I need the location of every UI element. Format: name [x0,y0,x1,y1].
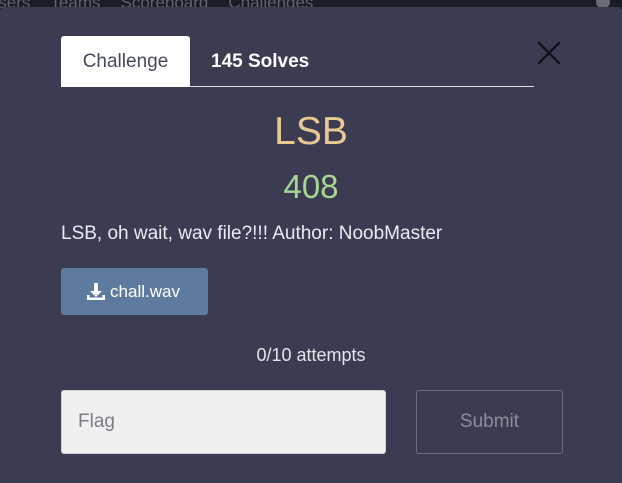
close-icon [537,41,561,65]
challenge-modal: Challenge 145 Solves LSB 408 LSB, oh wai… [0,7,622,483]
download-file-button[interactable]: chall.wav [61,268,208,315]
attempts-counter: 0/10 attempts [256,345,366,365]
challenge-points: 408 [283,168,339,205]
download-icon [87,282,106,300]
challenge-description: LSB, oh wait, wav file?!!! Author: NoobM… [61,223,443,244]
close-button[interactable] [535,39,563,67]
challenge-name: LSB [274,110,348,153]
download-file-label: chall.wav [110,281,180,301]
tab-challenge[interactable]: Challenge [61,36,190,87]
submit-button[interactable]: Submit [416,390,563,454]
modal-tabs: Challenge 145 Solves [61,36,534,87]
flag-input[interactable] [61,390,386,454]
tab-solves[interactable]: 145 Solves [211,36,309,87]
